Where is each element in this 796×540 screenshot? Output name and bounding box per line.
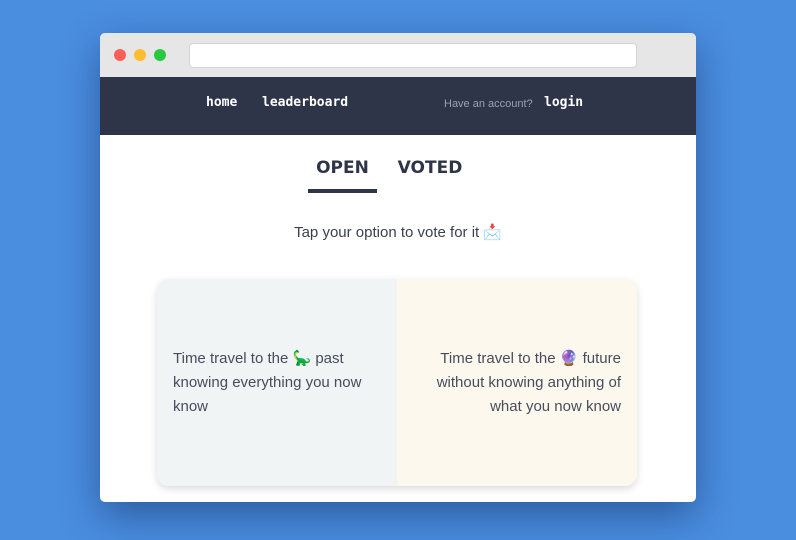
option-past-text: Time travel to the 🦕 past knowing everyt… [173,349,362,415]
tab-open[interactable]: OPEN [308,155,377,193]
tab-voted[interactable]: VOTED [396,155,464,189]
envelope-icon: 📩 [483,224,502,241]
browser-titlebar [100,33,696,77]
browser-window: home leaderboard Have an account? login … [100,33,696,502]
minimize-window-icon[interactable] [134,49,146,61]
option-future-text: Time travel to the 🔮 future without know… [436,349,621,415]
poll-tabs: OPEN VOTED [100,155,696,193]
address-bar[interactable] [189,43,637,68]
vote-instruction: Tap your option to vote for it 📩 [100,223,696,241]
close-window-icon[interactable] [114,49,126,61]
top-navbar: home leaderboard Have an account? login [100,77,696,135]
account-prompt: Have an account? [444,98,533,110]
option-past-button[interactable]: Time travel to the 🦕 past knowing everyt… [157,279,397,486]
option-future-button[interactable]: Time travel to the 🔮 future without know… [397,279,637,486]
instruction-text: Tap your option to vote for it [294,224,480,241]
nav-home-link[interactable]: home [206,77,237,129]
nav-leaderboard-link[interactable]: leaderboard [262,77,348,129]
poll-card: Time travel to the 🦕 past knowing everyt… [157,279,637,486]
nav-login-link[interactable]: login [544,77,583,129]
maximize-window-icon[interactable] [154,49,166,61]
